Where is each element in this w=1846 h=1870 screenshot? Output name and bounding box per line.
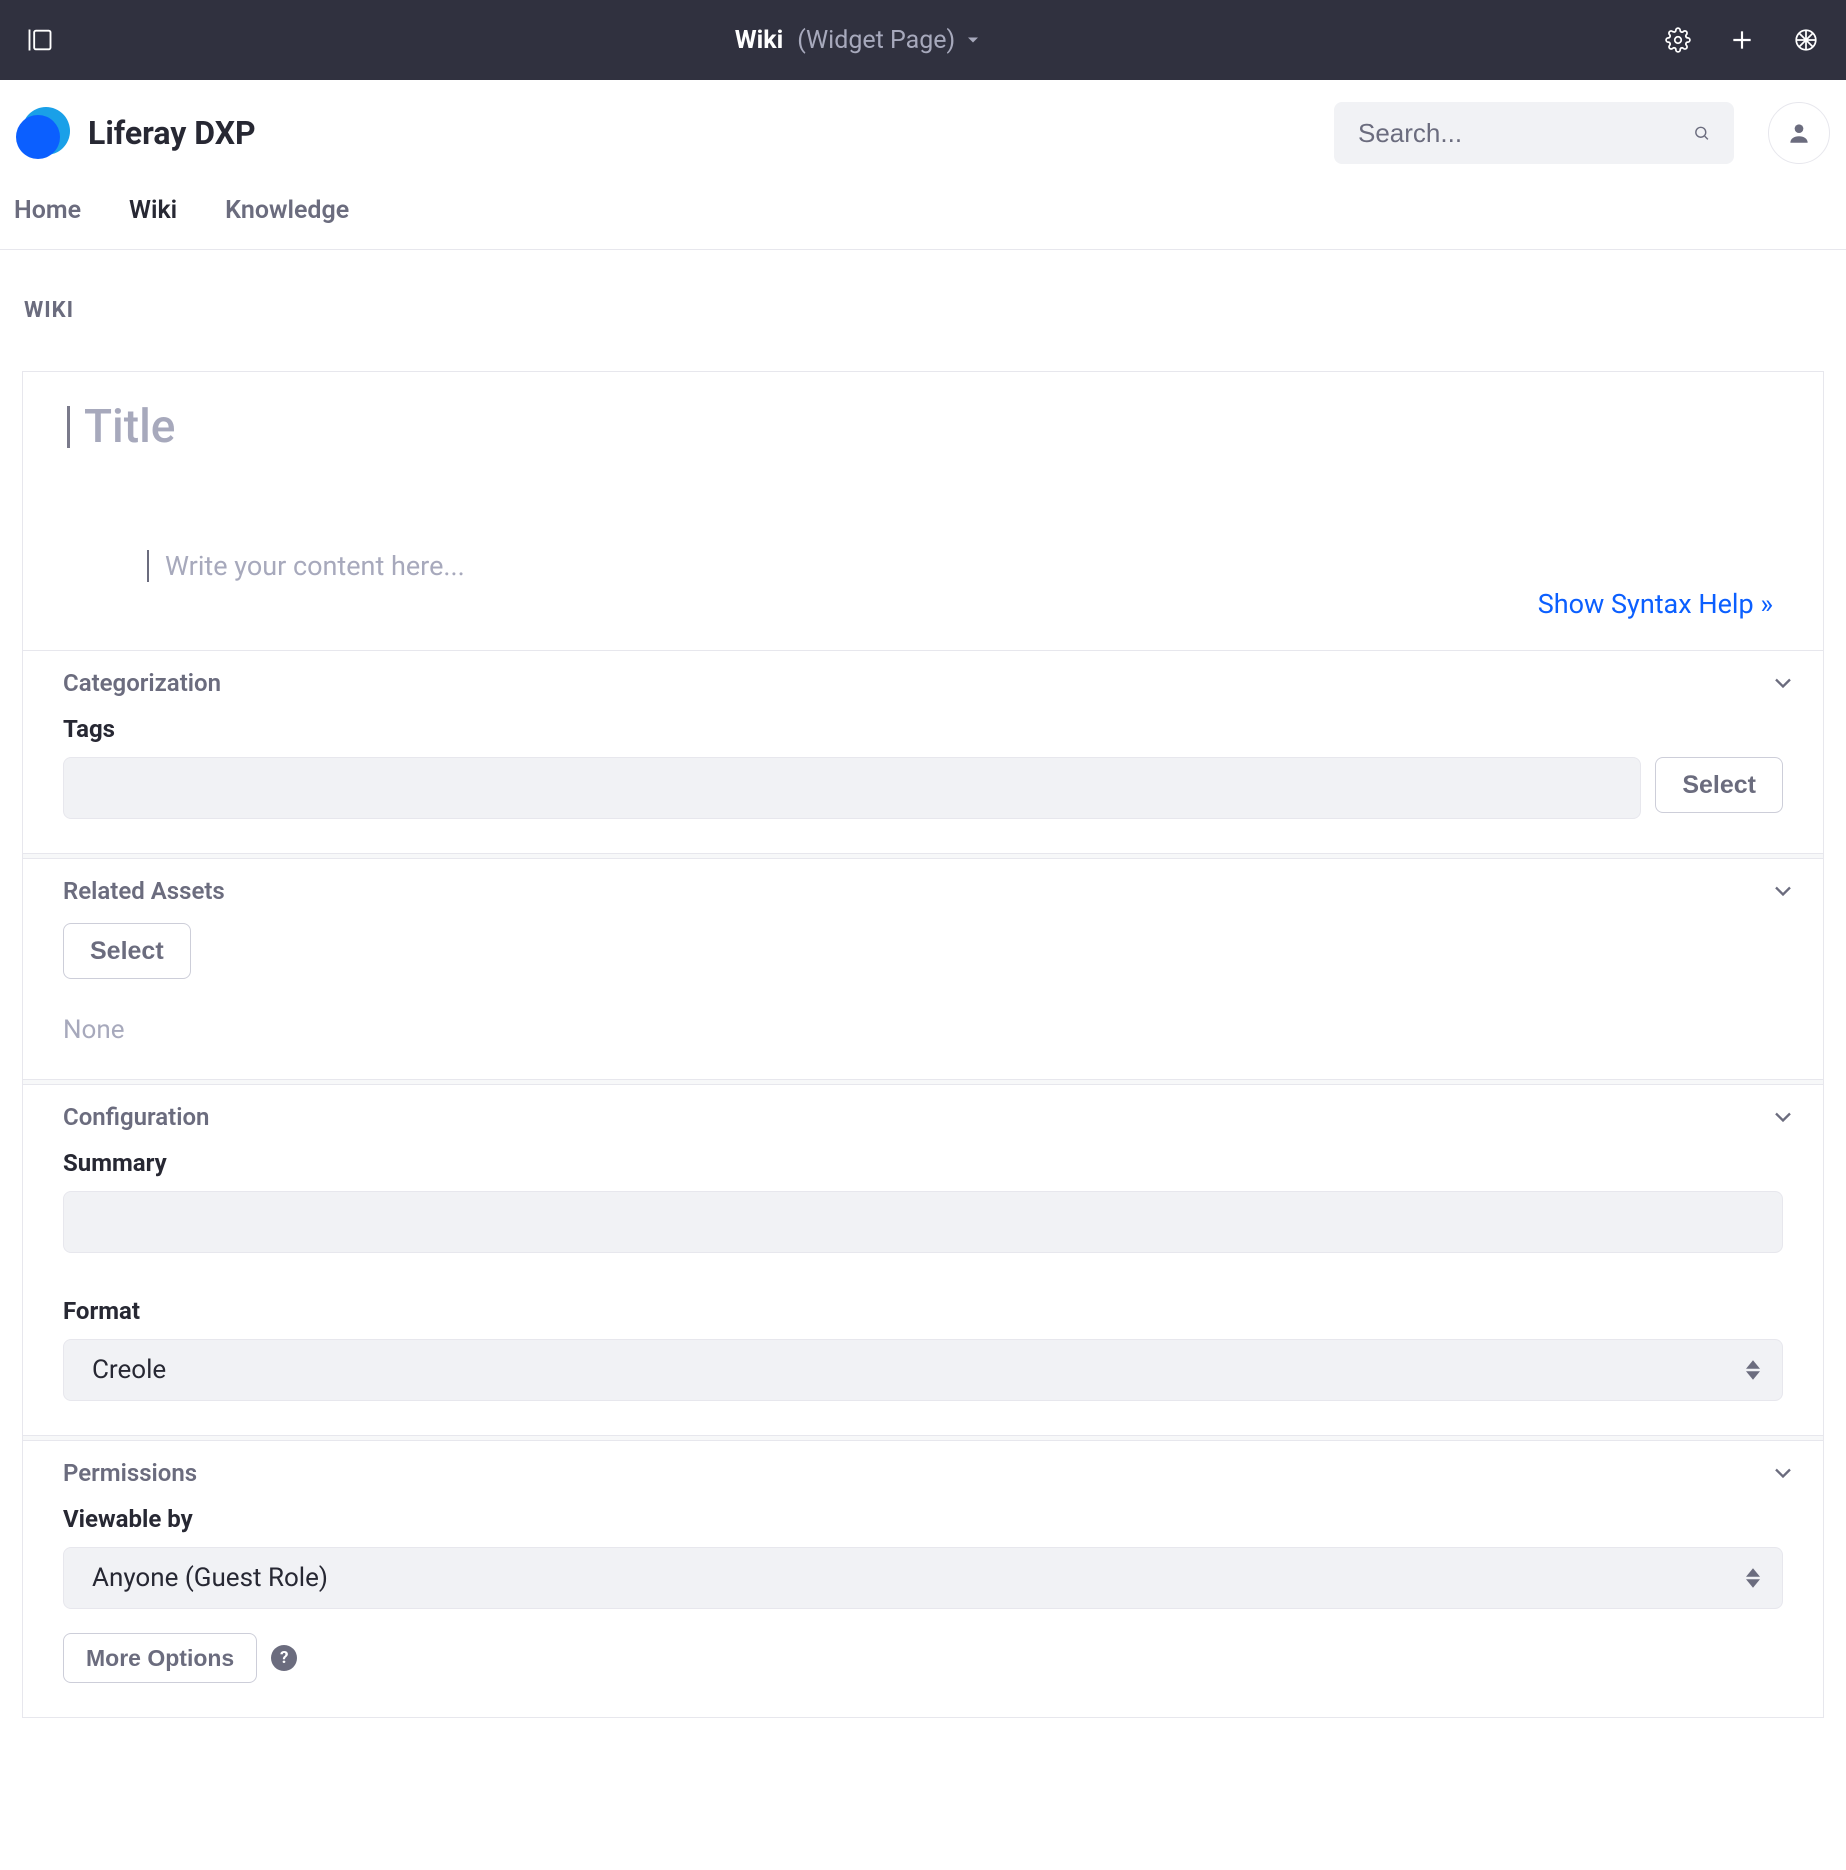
title-placeholder: Title	[84, 400, 175, 454]
format-select-value: Creole	[92, 1355, 166, 1385]
content-placeholder: Write your content here...	[165, 550, 465, 582]
user-menu[interactable]	[1768, 102, 1830, 164]
related-assets-select-button[interactable]: Select	[63, 923, 191, 979]
section-permissions: Permissions Viewable by Anyone (Guest Ro…	[23, 1441, 1823, 1717]
chevron-down-icon	[1769, 1459, 1797, 1487]
search-bar[interactable]	[1334, 102, 1734, 164]
select-arrows-icon	[1746, 1360, 1760, 1381]
page-title-bold: Wiki	[735, 26, 783, 55]
caret-icon	[147, 550, 149, 582]
add-icon[interactable]	[1726, 24, 1758, 56]
chevron-down-icon	[1769, 877, 1797, 905]
viewable-by-select[interactable]: Anyone (Guest Role)	[63, 1547, 1783, 1609]
viewable-by-select-value: Anyone (Guest Role)	[92, 1563, 328, 1593]
help-icon[interactable]: ?	[271, 1645, 297, 1671]
section-header-permissions[interactable]: Permissions	[23, 1441, 1823, 1505]
simulation-icon[interactable]	[1790, 24, 1822, 56]
page-title-type: (Widget Page)	[797, 26, 955, 55]
configure-icon[interactable]	[1662, 24, 1694, 56]
chevron-down-icon	[1769, 669, 1797, 697]
related-assets-none: None	[63, 1015, 1783, 1045]
wiki-form-panel: Title Write your content here... Show Sy…	[22, 371, 1824, 1718]
format-label: Format	[63, 1297, 1783, 1325]
admin-top-bar: Wiki (Widget Page)	[0, 0, 1846, 80]
chevron-down-icon	[1769, 1103, 1797, 1131]
summary-input[interactable]	[63, 1191, 1783, 1253]
viewable-by-label: Viewable by	[63, 1505, 1783, 1533]
section-header-related-assets[interactable]: Related Assets	[23, 859, 1823, 923]
tags-select-button[interactable]: Select	[1655, 757, 1783, 813]
tags-input[interactable]	[63, 757, 1641, 819]
page-title-chevron-icon[interactable]	[963, 24, 983, 56]
nav-wiki[interactable]: Wiki	[129, 196, 177, 225]
main-nav: Home Wiki Knowledge	[0, 186, 1846, 250]
search-input[interactable]	[1358, 118, 1693, 149]
panel-toggle-icon[interactable]	[24, 24, 56, 56]
site-logo	[14, 105, 70, 161]
section-header-configuration[interactable]: Configuration	[23, 1085, 1823, 1149]
tags-label: Tags	[63, 715, 1783, 743]
site-header: Liferay DXP	[0, 80, 1846, 186]
content-input[interactable]: Write your content here...	[67, 550, 1793, 582]
breadcrumb[interactable]: WIKI	[24, 298, 1824, 323]
syntax-help-link[interactable]: Show Syntax Help »	[1538, 588, 1773, 620]
site-name[interactable]: Liferay DXP	[88, 114, 256, 152]
more-options-button[interactable]: More Options	[63, 1633, 257, 1683]
select-arrows-icon	[1746, 1568, 1760, 1589]
format-select[interactable]: Creole	[63, 1339, 1783, 1401]
nav-home[interactable]: Home	[14, 196, 81, 225]
caret-icon	[67, 406, 70, 448]
section-categorization: Categorization Tags Select	[23, 650, 1823, 853]
section-header-categorization[interactable]: Categorization	[23, 651, 1823, 715]
title-input[interactable]: Title	[67, 400, 1793, 454]
section-title: Related Assets	[63, 877, 225, 905]
summary-label: Summary	[63, 1149, 1783, 1177]
section-related-assets: Related Assets Select None	[23, 859, 1823, 1079]
search-icon[interactable]	[1693, 120, 1710, 146]
section-title: Categorization	[63, 669, 221, 697]
section-title: Permissions	[63, 1459, 197, 1487]
section-title: Configuration	[63, 1103, 209, 1131]
user-icon	[1786, 120, 1812, 146]
section-configuration: Configuration Summary Format Creole	[23, 1085, 1823, 1435]
nav-knowledge[interactable]: Knowledge	[225, 196, 349, 225]
